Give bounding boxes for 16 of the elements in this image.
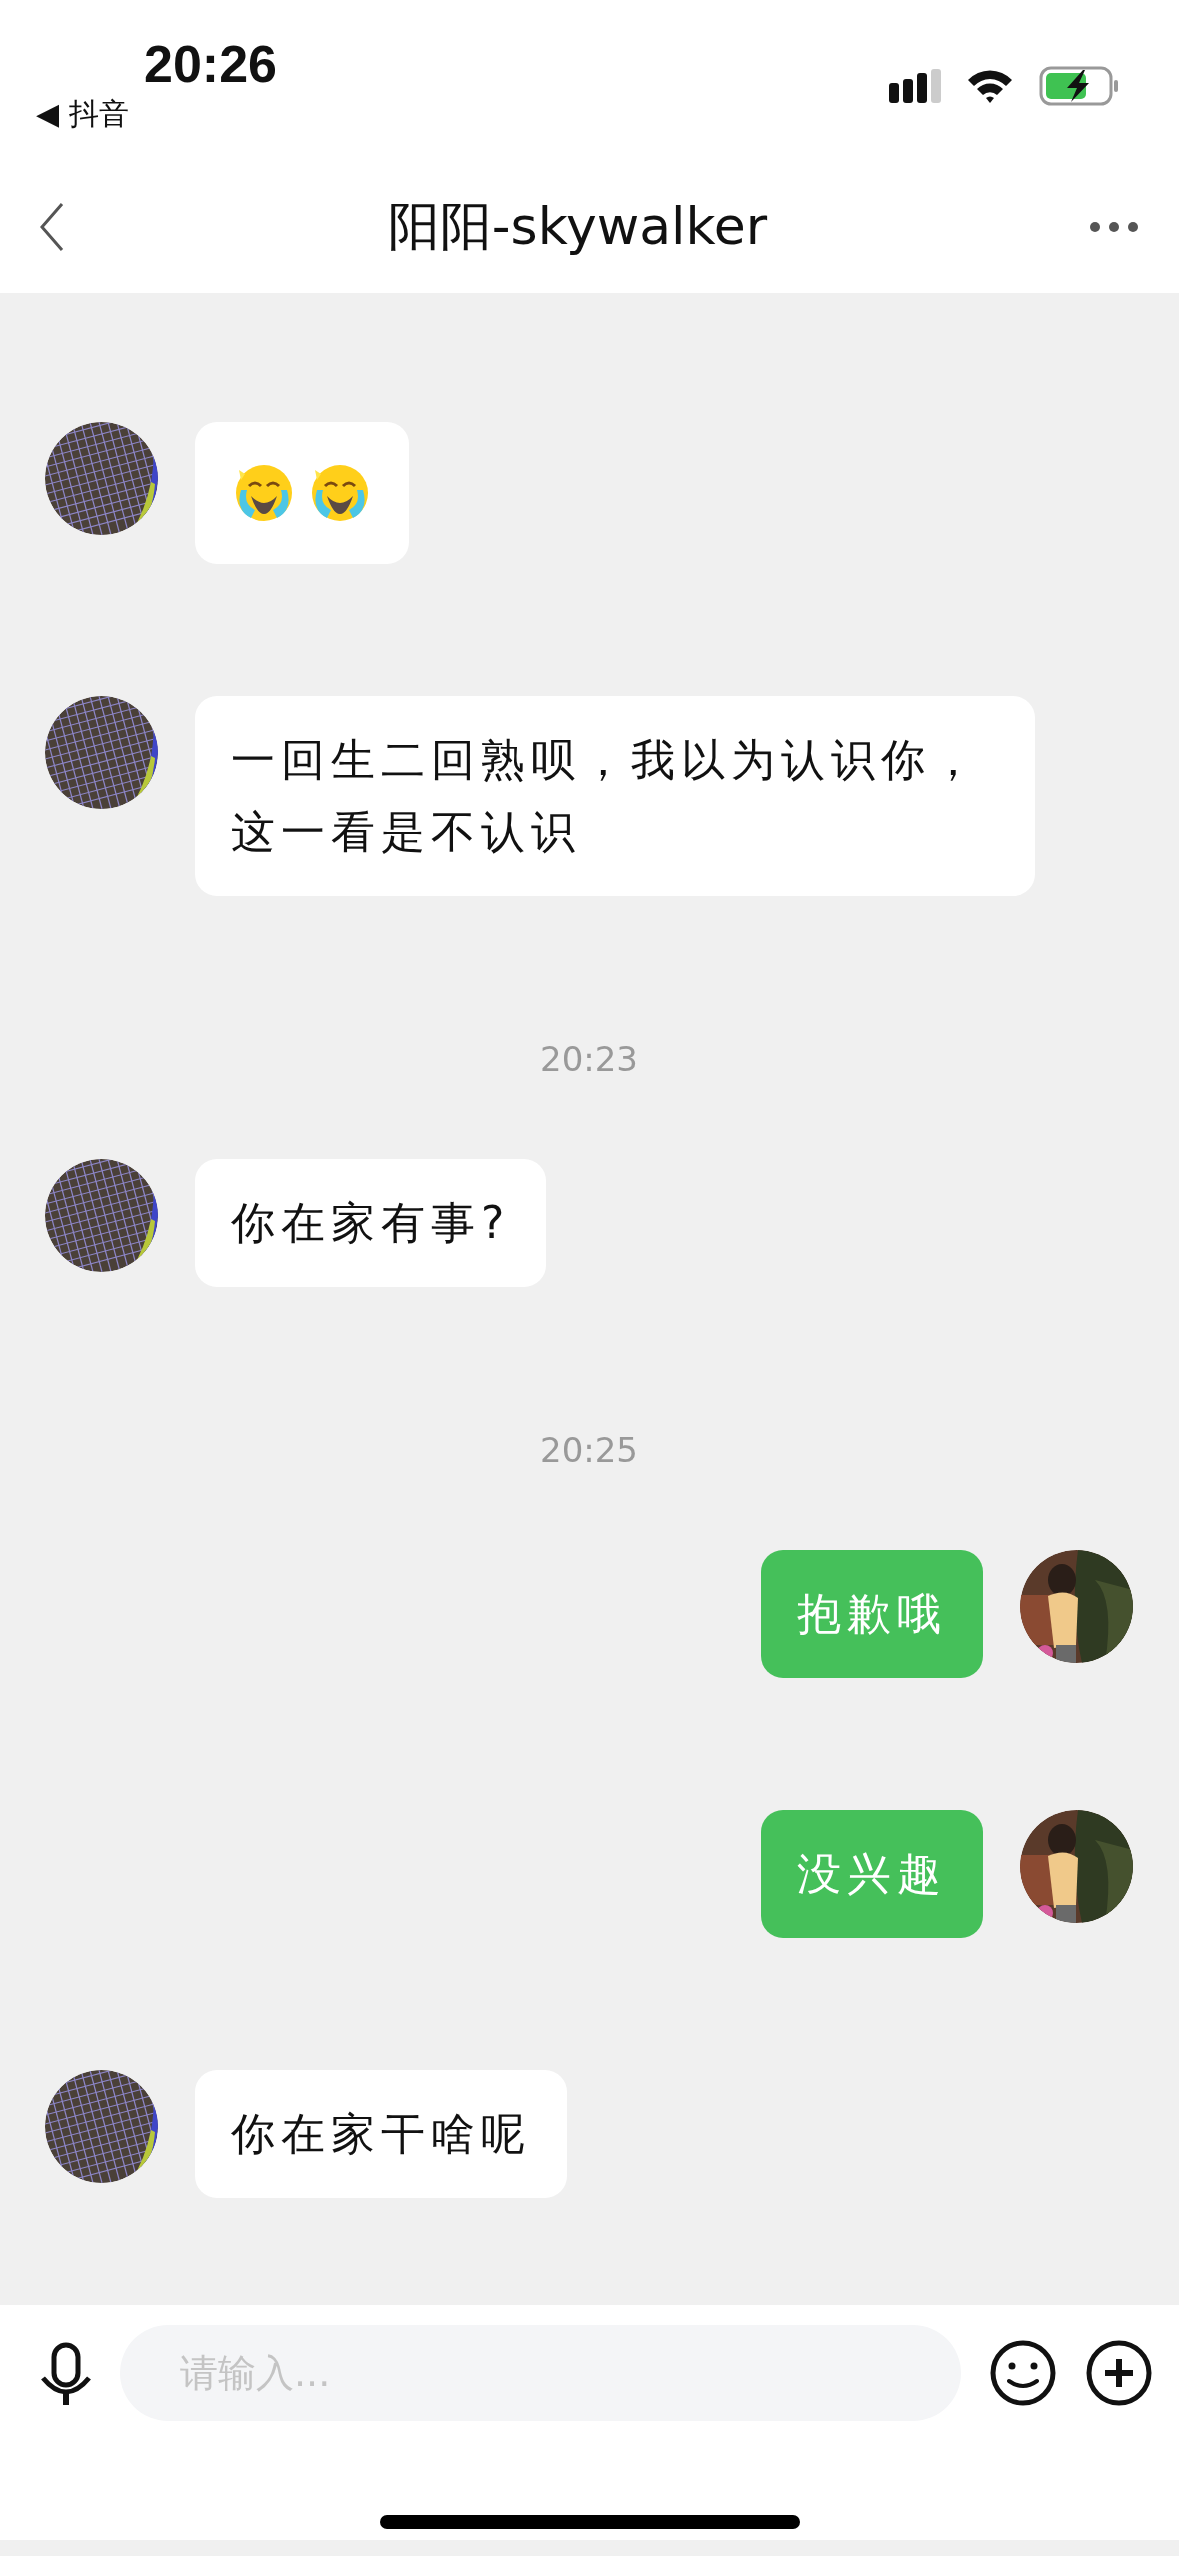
message-bubble: 你在家有事? bbox=[195, 1159, 547, 1287]
message-timestamp: 20:25 bbox=[540, 1430, 638, 1470]
microphone-icon[interactable] bbox=[40, 2341, 92, 2405]
chat-title: 阳阳-skywalker bbox=[387, 194, 768, 258]
signal-icon bbox=[889, 69, 941, 103]
more-icon[interactable] bbox=[1089, 220, 1139, 233]
message-timestamp: 20:23 bbox=[540, 1039, 638, 1079]
clock: 20:26 bbox=[144, 34, 277, 94]
message-bubble: 没兴趣 bbox=[761, 1810, 983, 1938]
message-bubble: 抱歉哦 bbox=[761, 1550, 983, 1678]
message-bubble: 你在家干啥呢 bbox=[195, 2070, 567, 2198]
battery-charging-icon bbox=[1039, 66, 1119, 106]
message-bubble: 一回生二回熟呗，我以为认识你，这一看是不认识 bbox=[195, 696, 1035, 896]
plus-icon[interactable] bbox=[1085, 2339, 1153, 2407]
emoji-icon[interactable] bbox=[989, 2339, 1057, 2407]
back-to-app-link[interactable]: ◀ 抖音 bbox=[36, 94, 277, 134]
